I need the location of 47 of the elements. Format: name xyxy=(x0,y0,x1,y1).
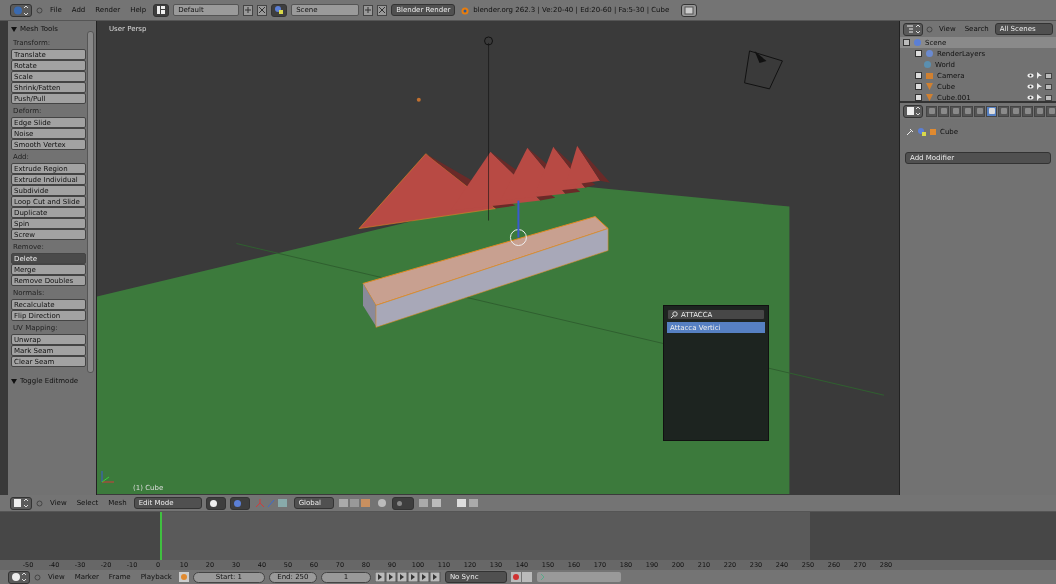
cube-icon xyxy=(929,127,937,136)
property-tab[interactable] xyxy=(926,105,937,117)
fullscreen-button[interactable] xyxy=(681,3,698,17)
axis-icon xyxy=(101,469,115,483)
property-tab[interactable] xyxy=(1022,105,1033,117)
disclosure-triangle-icon xyxy=(11,378,17,384)
expand-toggle[interactable] xyxy=(915,72,922,79)
render-icon[interactable] xyxy=(1045,72,1052,79)
eye-icon[interactable] xyxy=(1027,73,1034,78)
collapse-toggle[interactable] xyxy=(903,39,910,46)
expand-toggle[interactable] xyxy=(915,83,922,90)
close-icon[interactable] xyxy=(257,4,268,16)
property-tab[interactable] xyxy=(1010,105,1021,117)
expand-toggle[interactable] xyxy=(915,50,922,57)
info-editor-button[interactable] xyxy=(10,3,32,17)
render-icon[interactable] xyxy=(455,498,480,508)
property-tab[interactable] xyxy=(938,105,949,117)
layout-icon xyxy=(156,5,167,15)
logo-icon xyxy=(459,5,470,15)
property-tab[interactable] xyxy=(962,105,973,117)
property-tab[interactable] xyxy=(950,105,961,117)
editor-type-button[interactable] xyxy=(8,570,30,584)
disclosure-triangle-icon xyxy=(11,26,17,32)
eye-icon[interactable] xyxy=(1027,84,1034,89)
editor-type-button[interactable] xyxy=(903,104,923,118)
render-icon[interactable] xyxy=(1045,83,1052,90)
occlude-icon[interactable] xyxy=(375,498,388,508)
shading-icon[interactable] xyxy=(205,496,226,510)
property-tab[interactable] xyxy=(1034,105,1045,117)
scrollbar[interactable] xyxy=(87,31,94,373)
eye-icon[interactable] xyxy=(1027,95,1034,100)
playback-controls-icon[interactable] xyxy=(374,572,441,582)
editor-type-button[interactable] xyxy=(903,22,923,36)
editor-type-button[interactable] xyxy=(10,496,32,510)
pin-icon[interactable] xyxy=(906,127,914,136)
proportional-icon[interactable] xyxy=(391,496,414,510)
screen-layout-button[interactable] xyxy=(153,3,170,17)
add-icon[interactable] xyxy=(243,4,254,16)
expand-toggle[interactable] xyxy=(915,94,922,101)
close-icon[interactable] xyxy=(377,4,388,16)
manipulator-icon[interactable] xyxy=(253,498,290,508)
keyframe-icon[interactable] xyxy=(178,572,189,582)
keying-set-field[interactable] xyxy=(536,572,621,582)
record-icon[interactable] xyxy=(510,572,533,582)
property-tab[interactable] xyxy=(1046,105,1056,117)
add-icon[interactable] xyxy=(363,4,374,16)
render-icon[interactable] xyxy=(1045,94,1052,101)
